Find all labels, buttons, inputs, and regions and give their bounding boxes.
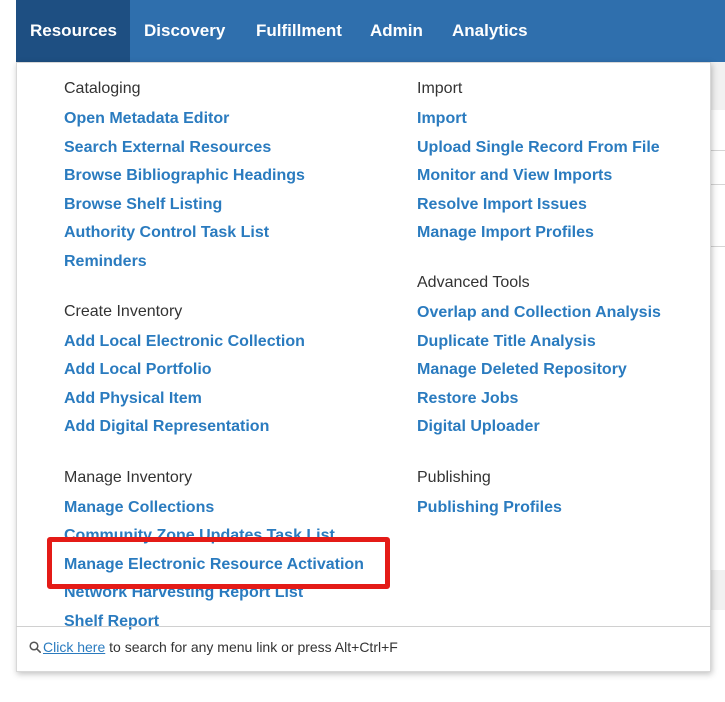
menu-link-open-metadata-editor[interactable]: Open Metadata Editor <box>64 110 229 128</box>
menu-link-manage-import-profiles[interactable]: Manage Import Profiles <box>417 224 594 242</box>
search-menu-link[interactable]: Click here <box>43 639 105 655</box>
nav-left-gap <box>0 0 16 62</box>
tab-resources[interactable]: Resources <box>16 0 130 62</box>
menu-link-add-local-electronic-collection[interactable]: Add Local Electronic Collection <box>64 333 305 351</box>
group-heading-cataloging: Cataloging <box>64 80 141 97</box>
menu-link-duplicate-title-analysis[interactable]: Duplicate Title Analysis <box>417 333 596 351</box>
background-divider <box>711 184 725 185</box>
menu-link-authority-control-task-list[interactable]: Authority Control Task List <box>64 224 269 242</box>
group-heading-manage-inventory: Manage Inventory <box>64 469 193 486</box>
menu-link-digital-uploader[interactable]: Digital Uploader <box>417 418 540 436</box>
menu-search-footer: Click here to search for any menu link o… <box>29 639 398 655</box>
menu-link-browse-bibliographic-headings[interactable]: Browse Bibliographic Headings <box>64 167 305 185</box>
menu-link-import[interactable]: Import <box>417 110 467 128</box>
search-icon <box>29 641 41 653</box>
menu-link-publishing-profiles[interactable]: Publishing Profiles <box>417 499 562 517</box>
menu-link-search-external-resources[interactable]: Search External Resources <box>64 139 271 157</box>
highlight-box <box>47 537 390 589</box>
menu-link-overlap-and-collection-analysis[interactable]: Overlap and Collection Analysis <box>417 304 661 322</box>
background-divider <box>711 246 725 247</box>
menu-link-resolve-import-issues[interactable]: Resolve Import Issues <box>417 196 587 214</box>
tab-admin[interactable]: Admin <box>356 0 437 62</box>
menu-link-add-local-portfolio[interactable]: Add Local Portfolio <box>64 361 212 379</box>
group-heading-publishing: Publishing <box>417 469 491 486</box>
menu-link-restore-jobs[interactable]: Restore Jobs <box>417 390 518 408</box>
menu-link-manage-deleted-repository[interactable]: Manage Deleted Repository <box>417 361 627 379</box>
menu-link-shelf-report[interactable]: Shelf Report <box>64 613 159 631</box>
menu-link-browse-shelf-listing[interactable]: Browse Shelf Listing <box>64 196 222 214</box>
background-page-strip <box>711 570 725 610</box>
menu-link-add-physical-item[interactable]: Add Physical Item <box>64 390 202 408</box>
tab-fulfillment[interactable]: Fulfillment <box>242 0 356 62</box>
menu-link-add-digital-representation[interactable]: Add Digital Representation <box>64 418 269 436</box>
tab-analytics[interactable]: Analytics <box>438 0 542 62</box>
menu-link-reminders[interactable]: Reminders <box>64 253 147 271</box>
menu-link-manage-collections[interactable]: Manage Collections <box>64 499 214 517</box>
group-heading-advanced-tools: Advanced Tools <box>417 274 530 291</box>
footer-divider <box>16 626 711 627</box>
footer-hint-text: to search for any menu link or press Alt… <box>105 639 398 655</box>
group-heading-create-inventory: Create Inventory <box>64 303 183 320</box>
background-divider <box>711 150 725 151</box>
tab-discovery[interactable]: Discovery <box>130 0 239 62</box>
menu-link-monitor-and-view-imports[interactable]: Monitor and View Imports <box>417 167 612 185</box>
group-heading-import: Import <box>417 80 463 97</box>
menu-link-upload-single-record-from-file[interactable]: Upload Single Record From File <box>417 139 660 157</box>
background-page-strip <box>711 62 725 110</box>
top-navigation-bar: Resources Discovery Fulfillment Admin An… <box>16 0 725 62</box>
